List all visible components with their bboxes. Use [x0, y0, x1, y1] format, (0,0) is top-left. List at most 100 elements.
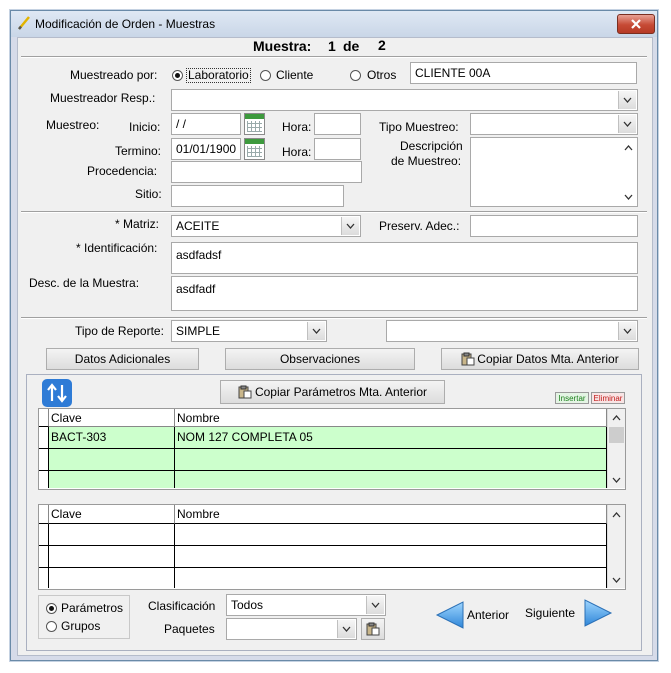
observaciones-button[interactable]: Observaciones — [225, 348, 415, 370]
radio-grupos[interactable] — [46, 621, 57, 632]
grid-scrollbar[interactable] — [607, 409, 625, 488]
hora-inicio-field[interactable] — [314, 113, 361, 135]
table-cell-nombre[interactable] — [175, 471, 607, 488]
muestreado-label: Muestreado por: — [70, 68, 158, 82]
tipo-reporte-select[interactable]: SIMPLE — [171, 320, 327, 342]
grid-scrollbar[interactable] — [607, 505, 625, 588]
procedencia-label: Procedencia: — [87, 164, 158, 178]
paquetes-dropdown-button[interactable] — [337, 620, 355, 638]
table-cell-nombre[interactable]: NOM 127 COMPLETA 05 — [175, 427, 607, 449]
tipo-muestreo-select[interactable] — [470, 113, 638, 135]
chevron-down-icon[interactable] — [612, 477, 621, 483]
tipo-muestreo-dropdown-button[interactable] — [618, 115, 636, 133]
chevron-down-icon[interactable] — [624, 194, 633, 200]
termino-date-field[interactable]: 01/01/1900 — [171, 138, 241, 160]
calendar-icon[interactable] — [244, 138, 265, 160]
hora-termino-field[interactable] — [314, 138, 361, 160]
close-button[interactable] — [617, 14, 655, 34]
hora-inicio-label: Hora: — [282, 120, 312, 134]
table-cell-nombre[interactable] — [175, 546, 607, 568]
table-cell-clave[interactable] — [49, 546, 175, 568]
table-cell-clave[interactable] — [49, 568, 175, 588]
tipo-reporte-dropdown-button[interactable] — [307, 322, 325, 340]
column-header-nombre[interactable]: Nombre — [175, 409, 607, 427]
table-cell-clave[interactable] — [49, 471, 175, 488]
table-cell-clave[interactable]: BACT-303 — [49, 427, 175, 449]
sitio-label: Sitio: — [135, 187, 162, 201]
inicio-date-field[interactable]: / / — [171, 113, 241, 135]
termino-label: Termino: — [115, 144, 162, 158]
column-header-nombre[interactable]: Nombre — [175, 505, 607, 524]
paquetes-copy-button[interactable] — [361, 618, 385, 640]
column-header-clave[interactable]: Clave — [49, 505, 175, 524]
chevron-down-icon[interactable] — [612, 577, 621, 583]
calendar-icon[interactable] — [244, 113, 265, 135]
clasificacion-label: Clasificación — [148, 599, 216, 613]
descripcion-textarea[interactable] — [470, 137, 638, 207]
chevron-up-icon[interactable] — [612, 512, 621, 518]
scrollbar-thumb[interactable] — [609, 427, 624, 443]
paquetes-select[interactable] — [226, 618, 357, 640]
radio-laboratorio-label[interactable]: Laboratorio — [186, 68, 251, 83]
right-arrow-icon — [584, 599, 613, 627]
preserv-label: Preserv. Adec.: — [379, 219, 460, 233]
identificacion-field[interactable]: asdfadsf — [171, 242, 638, 274]
column-header-clave[interactable]: Clave — [49, 409, 175, 427]
inicio-label: Inicio: — [129, 120, 161, 134]
left-arrow-icon — [435, 601, 464, 629]
muestreador-dropdown-button[interactable] — [618, 91, 636, 109]
parametros-grid: Clave Nombre BACT-303 NOM 127 COMPLETA 0… — [38, 408, 626, 490]
cliente-field[interactable]: CLIENTE 00A — [410, 62, 637, 84]
siguiente-button[interactable]: Siguiente — [525, 598, 625, 628]
mode-group: Parámetros Grupos — [38, 595, 130, 639]
matriz-dropdown-button[interactable] — [341, 217, 359, 235]
matriz-label: * Matriz: — [115, 217, 160, 231]
divider — [21, 317, 647, 319]
radio-otros-label[interactable]: Otros — [367, 68, 396, 82]
radio-parametros[interactable] — [46, 603, 57, 614]
descripcion-label-line2: de Muestreo: — [391, 154, 462, 168]
tipo-muestreo-label: Tipo Muestreo: — [379, 120, 459, 134]
table-cell-nombre[interactable] — [175, 568, 607, 588]
matriz-select[interactable]: ACEITE — [171, 215, 361, 237]
insertar-button[interactable]: Insertar — [555, 392, 589, 404]
radio-otros[interactable] — [350, 70, 361, 81]
preserv-field[interactable] — [470, 215, 638, 237]
procedencia-field[interactable] — [171, 161, 362, 183]
clasificacion-select[interactable]: Todos — [226, 594, 386, 616]
radio-parametros-label[interactable]: Parámetros — [61, 601, 123, 615]
chevron-up-icon[interactable] — [624, 145, 633, 151]
radio-laboratorio[interactable] — [172, 70, 183, 81]
clasificacion-value: Todos — [231, 598, 264, 612]
table-cell-nombre[interactable] — [175, 449, 607, 471]
radio-grupos-label[interactable]: Grupos — [61, 619, 100, 633]
tipo-reporte-value: SIMPLE — [176, 324, 221, 338]
muestreador-select[interactable] — [171, 89, 638, 111]
divider — [21, 211, 647, 213]
datos-adicionales-button[interactable]: Datos Adicionales — [46, 348, 199, 370]
radio-cliente-label[interactable]: Cliente — [276, 68, 313, 82]
tipo-reporte-label: Tipo de Reporte: — [75, 324, 164, 338]
table-cell-clave[interactable] — [49, 449, 175, 471]
copiar-parametros-button[interactable]: Copiar Parámetros Mta. Anterior — [220, 380, 445, 404]
clasificacion-dropdown-button[interactable] — [366, 596, 384, 614]
sitio-field[interactable] — [171, 185, 344, 207]
chevron-down-icon — [623, 121, 632, 127]
copiar-datos-button[interactable]: Copiar Datos Mta. Anterior — [441, 348, 639, 370]
reporte-secondary-dropdown-button[interactable] — [618, 322, 636, 340]
swap-arrows-icon[interactable] — [42, 379, 72, 407]
radio-cliente[interactable] — [260, 70, 271, 81]
anterior-button[interactable]: Anterior — [435, 600, 528, 630]
eliminar-button[interactable]: Eliminar — [591, 392, 625, 404]
chevron-up-icon[interactable] — [612, 415, 621, 421]
reporte-secondary-select[interactable] — [386, 320, 638, 342]
identificacion-label: * Identificación: — [76, 241, 158, 255]
muestra-current: 1 — [328, 38, 336, 54]
divider — [21, 56, 647, 58]
copiar-datos-label: Copiar Datos Mta. Anterior — [477, 352, 619, 366]
grupos-grid: Clave Nombre — [38, 504, 626, 590]
table-cell-clave[interactable] — [49, 524, 175, 546]
table-cell-nombre[interactable] — [175, 524, 607, 546]
desc-muestra-field[interactable]: asdfadf — [171, 276, 638, 311]
clipboard-icon — [238, 385, 252, 399]
